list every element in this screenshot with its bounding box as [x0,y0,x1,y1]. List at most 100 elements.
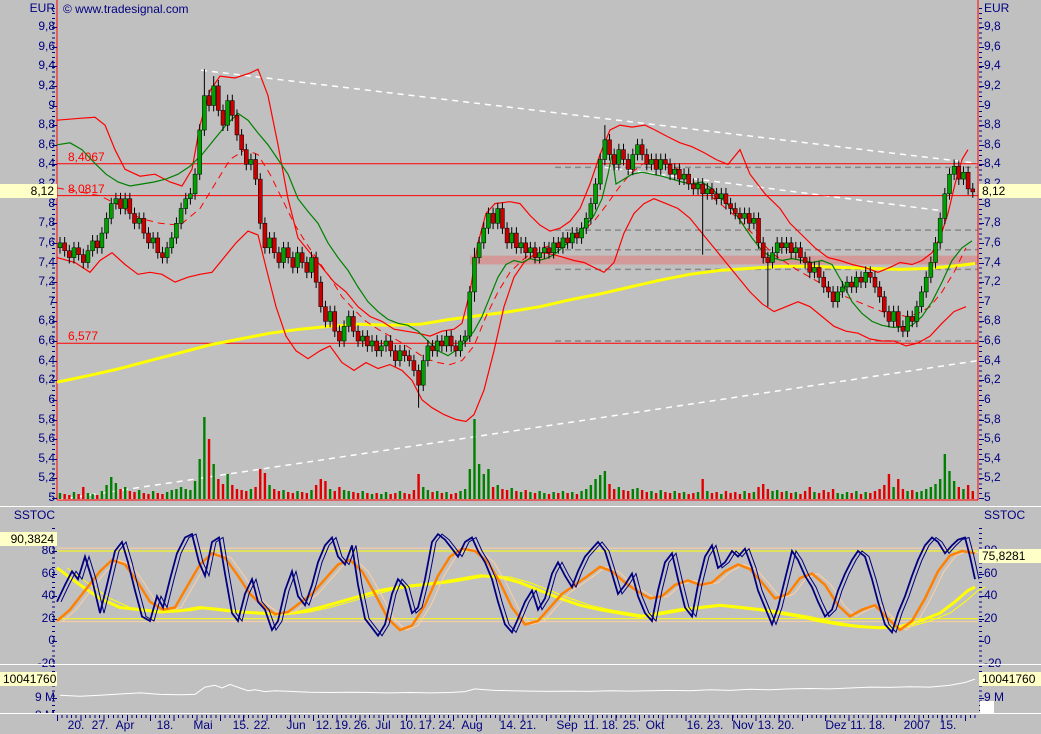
volume-bar [357,493,359,499]
candle [971,189,975,192]
volume-bar [525,490,527,499]
sstoc-marker-right: 75,8281 [979,549,1041,563]
volume-bar [883,485,885,499]
candle [412,361,416,371]
candle [379,346,383,351]
candle [924,277,928,292]
candle [356,331,360,341]
volume-bar [287,492,289,499]
axis-tick [52,400,57,401]
volume-bar [394,493,396,499]
volume-bar [296,491,298,499]
candle [314,258,318,283]
volume-bar [403,493,405,499]
volume-bar [143,493,145,499]
price-axis-label: 8,6 [984,138,1001,151]
candle [347,316,351,326]
sstoc-label-left: SSTOC [14,509,55,522]
volume-bar [268,485,270,499]
candle [291,258,295,268]
volume-bar [455,493,457,499]
candle [500,209,504,229]
candle [309,258,313,273]
candle [389,341,393,351]
volume-bar [68,495,70,499]
candle [77,248,81,255]
candle [137,218,141,223]
volume-bar [110,477,112,499]
volume-bar [823,490,825,499]
volume-bar [231,485,233,499]
candle [91,241,95,251]
volume-bar [315,485,317,499]
volume-bar [199,459,201,499]
price-axis-label: 8,8 [984,118,1001,131]
chart-canvas[interactable] [0,0,1041,734]
candle [766,258,770,263]
volume-bar [417,474,419,499]
candle [798,248,802,258]
axis-tick [979,164,984,165]
volume-bar [757,487,759,499]
candle [445,336,449,346]
volume-bar [147,494,149,499]
candle [193,174,197,194]
volume-bar [701,479,703,499]
resize-grip[interactable] [980,701,994,713]
volume-bar [278,491,280,499]
volume-bar [599,475,601,499]
volume-bar [711,493,713,499]
candle [929,263,933,278]
candle [547,248,551,253]
candle [323,307,327,322]
volume-bar [776,490,778,499]
candle [81,255,85,263]
volume-bar [580,491,582,499]
candle [123,199,127,209]
axis-tick [52,321,57,322]
date-axis[interactable]: 20.27.Apr18.Mai15.22.Jun12.19.26.Jul10.1… [0,714,1041,734]
volume-bar [869,493,871,499]
volume-bar [939,479,941,499]
volume-bar [585,489,587,499]
candle [328,312,332,322]
price-axis-label: 8,4 [984,157,1001,170]
candle [938,218,942,243]
axis-tick [52,27,57,28]
volume-bar [166,492,168,499]
volume-bar [226,474,228,499]
axis-tick [52,302,57,303]
volume-bar [538,491,540,499]
candle [747,213,751,223]
volume-bar [459,491,461,499]
volume-bar [399,491,401,499]
candle [705,189,709,194]
axis-tick [52,243,57,244]
candle [631,155,635,170]
axis-tick [979,439,984,440]
candle [831,292,835,302]
volume-bar [953,481,955,499]
currency-label-left: EUR [30,2,55,15]
volume-bar [115,483,117,499]
volume-bar [450,494,452,499]
volume-bar [925,489,927,499]
candle [836,292,840,302]
axis-tick [52,47,57,48]
candle [528,248,532,253]
candle [235,115,239,135]
candle [188,194,192,199]
volume-bar [306,493,308,499]
volume-bar [781,492,783,499]
volume-bar [687,494,689,499]
price-axis-label: 7,8 [984,216,1001,229]
volume-bar [660,490,662,499]
candle [156,238,160,253]
price-line-label: 8,4067 [68,150,105,164]
candle [393,351,397,361]
candle [286,248,290,258]
sstoc-label-right: SSTOC [984,509,1025,522]
volume-bar [520,492,522,499]
axis-tick [52,641,57,642]
candle [198,130,202,174]
